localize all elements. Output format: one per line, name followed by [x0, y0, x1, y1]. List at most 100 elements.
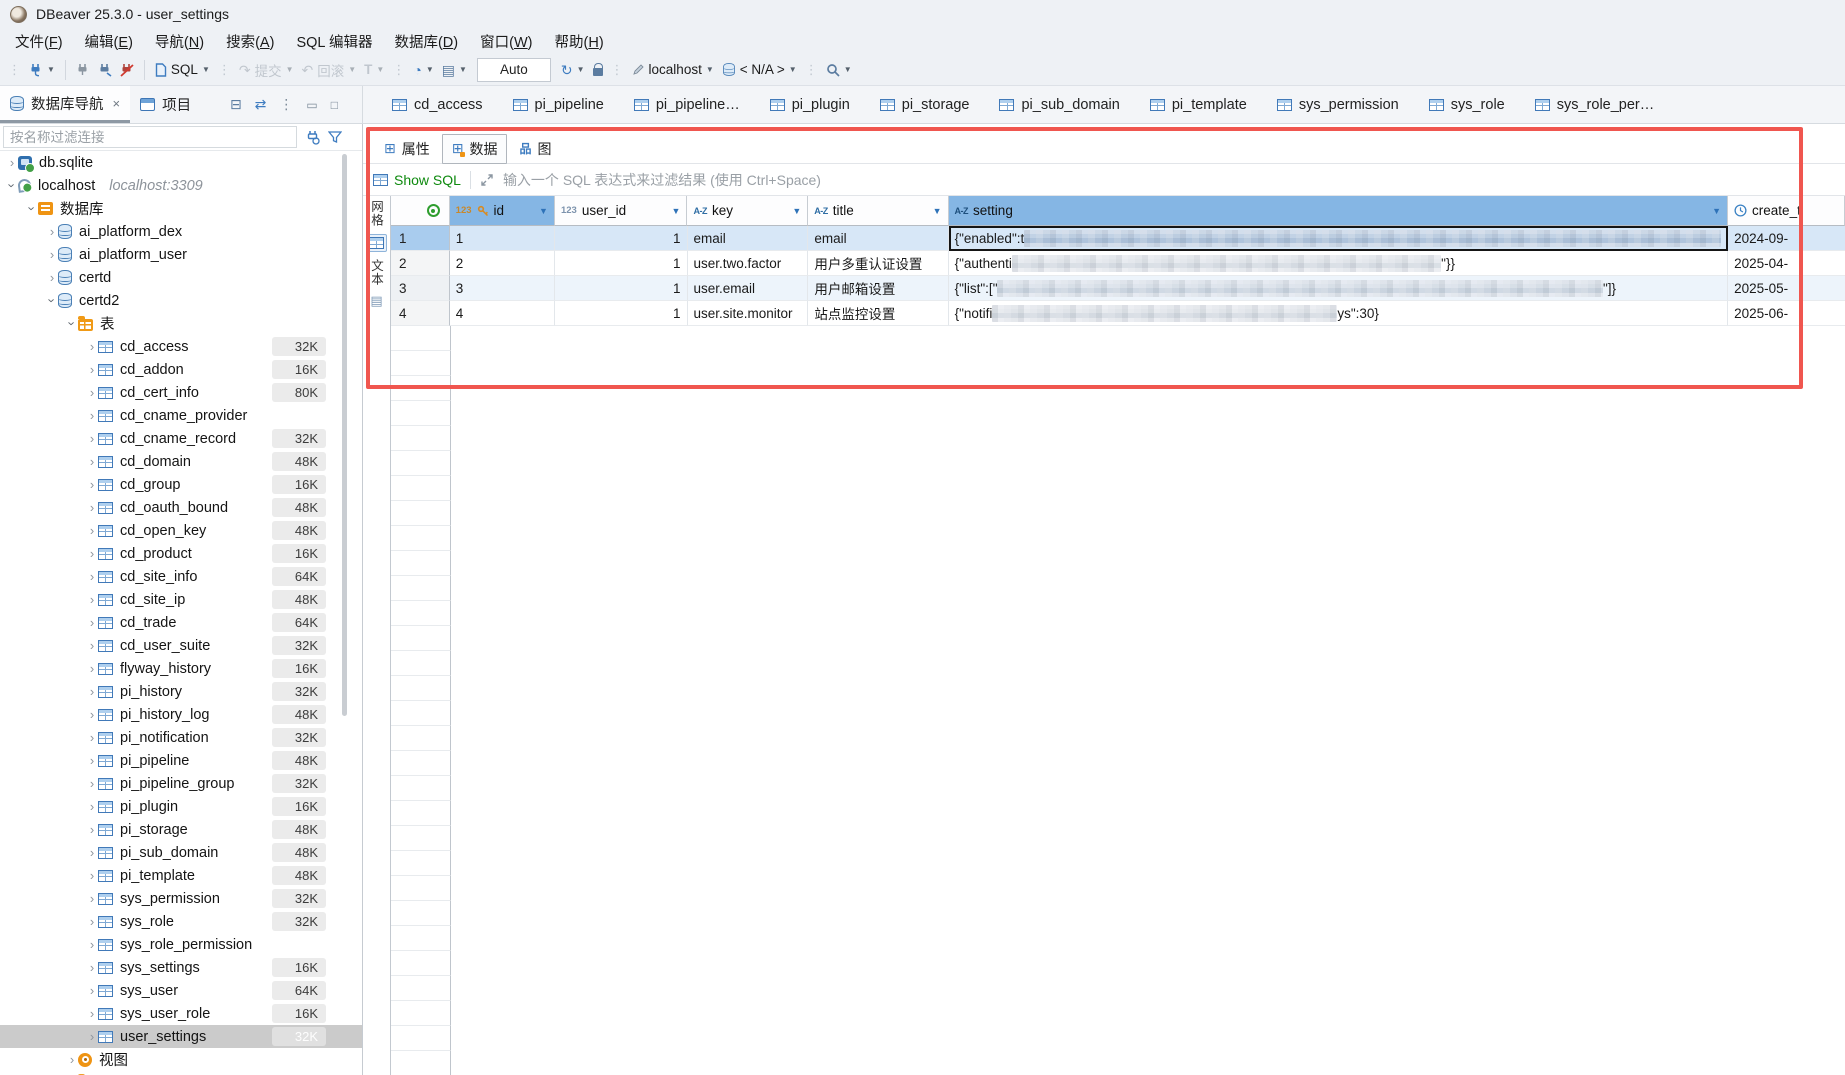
view-menu-button[interactable]: ⋮	[279, 96, 293, 113]
tree-item-user_settings[interactable]: ›user_settings32K	[0, 1025, 362, 1048]
cell-id[interactable]: 3	[450, 276, 555, 301]
cell-setting[interactable]: {"list":[""]}	[949, 276, 1728, 301]
chevron-right-icon[interactable]: ›	[66, 1053, 78, 1066]
tree-item-pi_plugin[interactable]: ›pi_plugin16K	[0, 795, 362, 818]
editor-tab-pi_pipeline[interactable]: pi_pipeline	[498, 97, 619, 113]
editor-subtab-0[interactable]: ⊞属性	[375, 135, 439, 163]
row-number-header[interactable]	[391, 196, 450, 226]
text-tab-label[interactable]: 文本	[367, 259, 386, 286]
chevron-down-icon[interactable]: ›	[66, 318, 79, 330]
chevron-down-icon[interactable]: ›	[6, 180, 19, 192]
tree-item-pi_template[interactable]: ›pi_template48K	[0, 864, 362, 887]
chevron-right-icon[interactable]: ›	[86, 363, 98, 376]
reconnect-button[interactable]	[94, 60, 116, 80]
chevron-right-icon[interactable]: ›	[86, 340, 98, 353]
refresh-button[interactable]: ↻ ▼	[557, 60, 589, 80]
chevron-right-icon[interactable]: ›	[86, 547, 98, 560]
editor-tab-sys_role[interactable]: sys_role	[1414, 97, 1520, 113]
chevron-right-icon[interactable]: ›	[86, 662, 98, 675]
chevron-right-icon[interactable]: ›	[46, 225, 58, 238]
tree-item-cd_product[interactable]: ›cd_product16K	[0, 542, 362, 565]
chevron-right-icon[interactable]: ›	[86, 892, 98, 905]
tree-item-localhost[interactable]: ›localhostlocalhost:3309	[0, 174, 362, 197]
chevron-right-icon[interactable]: ›	[86, 1007, 98, 1020]
chevron-right-icon[interactable]: ›	[86, 915, 98, 928]
link-editor-button[interactable]: ⇄	[255, 96, 267, 113]
collapse-all-button[interactable]: ⊟	[230, 96, 242, 113]
chevron-right-icon[interactable]: ›	[86, 869, 98, 882]
chevron-down-icon[interactable]: ›	[26, 203, 39, 215]
cell-id[interactable]: 1	[450, 226, 555, 251]
editor-tab-pi_plugin[interactable]: pi_plugin	[755, 97, 865, 113]
cell-user-id[interactable]: 1	[555, 226, 687, 251]
lock-button[interactable]	[589, 61, 607, 79]
editor-tab-pi_storage[interactable]: pi_storage	[865, 97, 985, 113]
editor-tab-sys_role_per[interactable]: sys_role_per…	[1520, 97, 1670, 113]
editor-tab-sys_permission[interactable]: sys_permission	[1262, 97, 1414, 113]
tree-item-ai_platform_user[interactable]: ›ai_platform_user	[0, 243, 362, 266]
tree-item-cd_site_info[interactable]: ›cd_site_info64K	[0, 565, 362, 588]
column-dropdown-icon[interactable]: ▼	[1712, 206, 1721, 216]
tree-item-cd_oauth_bound[interactable]: ›cd_oauth_bound48K	[0, 496, 362, 519]
cell-create-time[interactable]: 2024-09-	[1728, 226, 1845, 251]
tree-item-pi_sub_domain[interactable]: ›pi_sub_domain48K	[0, 841, 362, 864]
chevron-right-icon[interactable]: ›	[46, 271, 58, 284]
editor-subtab-2[interactable]: 品图	[510, 135, 560, 163]
tree-item-cd_group[interactable]: ›cd_group16K	[0, 473, 362, 496]
cell-setting[interactable]: {"notifiys":30}	[949, 301, 1728, 326]
tree-item-ai_platform_dex[interactable]: ›ai_platform_dex	[0, 220, 362, 243]
tree-item[interactable]: ›	[0, 1071, 362, 1075]
tree-item-数据库[interactable]: ›数据库	[0, 197, 362, 220]
chevron-right-icon[interactable]: ›	[86, 708, 98, 721]
editor-tab-pi_pipeline[interactable]: pi_pipeline…	[619, 97, 755, 113]
expand-arrows-icon[interactable]	[480, 173, 494, 187]
tree-item-cd_open_key[interactable]: ›cd_open_key48K	[0, 519, 362, 542]
sidebar-scrollbar[interactable]	[342, 154, 347, 716]
tree-item-db.sqlite[interactable]: ›db.sqlite	[0, 151, 362, 174]
menu-item[interactable]: 帮助(H)	[544, 29, 615, 54]
rollback-button[interactable]: ↶ 回滚 ▼	[298, 57, 361, 83]
commit-button[interactable]: ↷ 提交 ▼	[235, 57, 298, 83]
column-header-user_id[interactable]: 123user_id▼	[555, 196, 688, 226]
plug-filter-icon[interactable]	[305, 130, 320, 145]
column-header-title[interactable]: A-Ztitle▼	[808, 196, 948, 226]
performance-button[interactable]: ◔ ▼	[409, 60, 437, 80]
tree-item-pi_notification[interactable]: ›pi_notification32K	[0, 726, 362, 749]
column-header-setting[interactable]: A-Zsetting▼	[949, 196, 1729, 226]
tree-item-pi_pipeline_group[interactable]: ›pi_pipeline_group32K	[0, 772, 362, 795]
tree-item-cd_cert_info[interactable]: ›cd_cert_info80K	[0, 381, 362, 404]
cell-create-time[interactable]: 2025-04-	[1728, 251, 1845, 276]
column-header-create_t[interactable]: create_t	[1728, 196, 1845, 226]
column-header-id[interactable]: 123id▼	[450, 196, 555, 226]
column-dropdown-icon[interactable]: ▼	[792, 206, 801, 216]
tree-item-sys_settings[interactable]: ›sys_settings16K	[0, 956, 362, 979]
tree-item-pi_storage[interactable]: ›pi_storage48K	[0, 818, 362, 841]
chevron-right-icon[interactable]: ›	[86, 524, 98, 537]
close-icon[interactable]: ×	[113, 96, 121, 111]
cell-setting[interactable]: {"enabled":t	[949, 226, 1728, 251]
chevron-right-icon[interactable]: ›	[86, 800, 98, 813]
cell-key[interactable]: user.email	[688, 276, 809, 301]
tree-item-sys_user[interactable]: ›sys_user64K	[0, 979, 362, 1002]
chevron-right-icon[interactable]: ›	[86, 501, 98, 514]
cell-user-id[interactable]: 1	[555, 251, 687, 276]
chevron-right-icon[interactable]: ›	[86, 570, 98, 583]
text-view-icon[interactable]: ▤	[370, 293, 382, 309]
tree-item-sys_role_permission[interactable]: ›sys_role_permission	[0, 933, 362, 956]
chevron-right-icon[interactable]: ›	[86, 685, 98, 698]
tree-item-cd_trade[interactable]: ›cd_trade64K	[0, 611, 362, 634]
cell-key[interactable]: user.two.factor	[688, 251, 809, 276]
chevron-right-icon[interactable]: ›	[86, 593, 98, 606]
chevron-right-icon[interactable]: ›	[86, 961, 98, 974]
tree-item-cd_access[interactable]: ›cd_access32K	[0, 335, 362, 358]
chevron-right-icon[interactable]: ›	[86, 478, 98, 491]
tree-item-cd_cname_record[interactable]: ›cd_cname_record32K	[0, 427, 362, 450]
row-number-cell[interactable]: 4	[391, 301, 450, 326]
output-panel-button[interactable]: ▤ ▼	[438, 60, 471, 80]
chevron-right-icon[interactable]: ›	[86, 1030, 98, 1043]
menu-item[interactable]: 数据库(D)	[383, 29, 469, 54]
tree-item-sys_user_role[interactable]: ›sys_user_role16K	[0, 1002, 362, 1025]
table-row[interactable]: 221user.two.factor用户多重认证设置{"authenti"}}2…	[391, 251, 1845, 276]
menu-item[interactable]: 文件(F)	[4, 29, 74, 54]
new-connection-button[interactable]: ▼	[25, 60, 59, 80]
